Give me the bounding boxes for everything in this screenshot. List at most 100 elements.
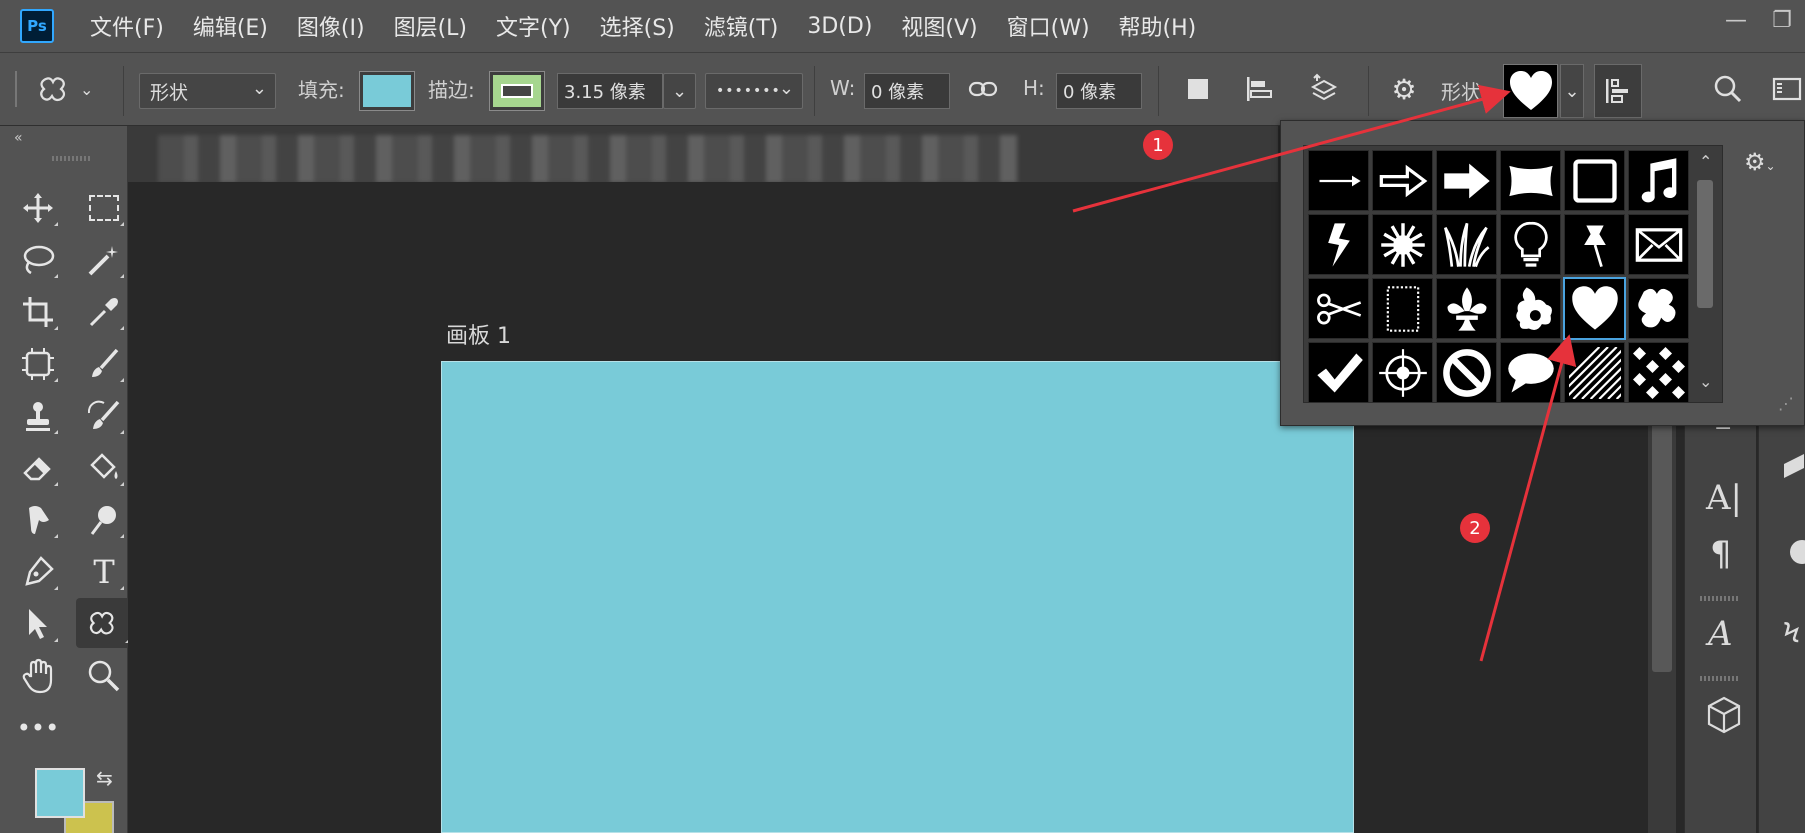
shape-scissors[interactable] <box>1308 278 1369 339</box>
shape-envelope[interactable] <box>1628 214 1689 275</box>
document-tab[interactable] <box>158 135 1018 183</box>
menu-type[interactable]: 文字(Y) <box>496 10 571 42</box>
marquee-tool-icon[interactable] <box>81 185 127 231</box>
shape-fleur-de-lis[interactable] <box>1436 278 1497 339</box>
artboard-title[interactable]: 画板 1 <box>446 318 511 350</box>
shape-checkerboard[interactable] <box>1628 342 1689 403</box>
stroke-width-input[interactable]: 3.15 像素 <box>557 73 663 109</box>
panel-grip[interactable] <box>52 156 90 161</box>
menu-layer[interactable]: 图层(L) <box>394 10 467 42</box>
shape-picker-dropdown[interactable]: ⌄ <box>1560 64 1584 118</box>
chevron-up-icon[interactable]: ⌃ <box>1699 152 1712 171</box>
shape-puzzle-blob[interactable] <box>1628 278 1689 339</box>
shape-ornament[interactable] <box>1500 278 1561 339</box>
shape-frame[interactable] <box>1564 150 1625 211</box>
shape-heart[interactable] <box>1563 277 1626 340</box>
workspace-icon[interactable] <box>1770 52 1804 126</box>
layers-icon[interactable] <box>1782 450 1805 495</box>
resize-grip-icon[interactable]: ⋰ <box>1778 394 1794 413</box>
align-edges-icon[interactable] <box>1594 64 1642 118</box>
menu-filter[interactable]: 滤镜(T) <box>704 10 779 42</box>
shape-postage-stamp[interactable] <box>1372 278 1433 339</box>
pen-tool-icon[interactable] <box>15 549 61 595</box>
menu-window[interactable]: 窗口(W) <box>1007 10 1090 42</box>
foreground-color-swatch[interactable] <box>35 768 85 818</box>
shape-target-crosshair[interactable] <box>1372 342 1433 403</box>
paragraph-icon[interactable]: ¶ <box>1710 534 1732 574</box>
tool-preset-picker[interactable]: ⌄ <box>36 52 110 126</box>
zoom-tool-icon[interactable] <box>81 653 127 699</box>
tool-mode-select[interactable]: 形状 ⌄ <box>139 73 276 109</box>
move-tool-icon[interactable] <box>15 185 61 231</box>
options-bar-grip[interactable] <box>14 52 20 126</box>
shape-checkmark[interactable] <box>1308 342 1369 403</box>
shape-preview[interactable] <box>1503 64 1558 118</box>
shape-arrow-medium[interactable] <box>1372 150 1433 211</box>
path-operations-icon[interactable] <box>1178 52 1218 126</box>
path-arrangement-icon[interactable] <box>1304 52 1344 126</box>
paint-bucket-tool-icon[interactable] <box>81 445 127 491</box>
menu-file[interactable]: 文件(F) <box>90 10 164 42</box>
frame-tool-icon[interactable] <box>15 341 61 387</box>
shape-light-bulb[interactable] <box>1500 214 1561 275</box>
glyphs-icon[interactable]: A <box>1708 614 1733 654</box>
shape-grass[interactable] <box>1436 214 1497 275</box>
character-icon[interactable]: A| <box>1706 478 1742 518</box>
panel-grip[interactable] <box>1700 596 1740 601</box>
swap-colors-icon[interactable]: ⇆ <box>96 766 113 790</box>
stroke-swatch[interactable] <box>489 71 545 111</box>
path-alignment-icon[interactable] <box>1238 52 1278 126</box>
search-icon[interactable] <box>1708 52 1748 126</box>
shape-starburst[interactable] <box>1372 214 1433 275</box>
shape-no-symbol[interactable] <box>1436 342 1497 403</box>
shape-pushpin[interactable] <box>1564 214 1625 275</box>
eraser-tool-icon[interactable] <box>15 445 61 491</box>
history-brush-tool-icon[interactable] <box>81 393 127 439</box>
panel-grip[interactable] <box>1700 676 1740 681</box>
crop-tool-icon[interactable] <box>15 289 61 335</box>
hand-tool-icon[interactable] <box>15 653 61 699</box>
menu-view[interactable]: 视图(V) <box>901 10 977 42</box>
fill-swatch[interactable] <box>359 71 415 111</box>
menu-help[interactable]: 帮助(H) <box>1119 10 1197 42</box>
dodge-tool-icon[interactable] <box>81 497 127 543</box>
collapse-panel-icon[interactable]: « <box>14 130 23 146</box>
minimize-icon[interactable]: — <box>1713 0 1759 40</box>
type-tool-icon[interactable]: T <box>81 549 127 595</box>
restore-icon[interactable]: ❐ <box>1759 0 1805 40</box>
link-icon[interactable] <box>966 52 1000 126</box>
scrollbar-thumb[interactable] <box>1652 400 1672 672</box>
gear-icon[interactable]: ⚙ <box>1384 52 1424 126</box>
3d-icon[interactable] <box>1706 696 1742 743</box>
edit-toolbar-icon[interactable]: ••• <box>15 705 61 751</box>
shape-arrow-thin[interactable] <box>1308 150 1369 211</box>
eyedropper-tool-icon[interactable] <box>81 289 127 335</box>
menu-select[interactable]: 选择(S) <box>600 10 675 42</box>
brush-tool-icon[interactable] <box>81 341 127 387</box>
width-input[interactable]: 0 像素 <box>864 73 950 109</box>
menu-edit[interactable]: 编辑(E) <box>193 10 268 42</box>
channels-icon[interactable] <box>1782 534 1805 579</box>
height-input[interactable]: 0 像素 <box>1056 73 1142 109</box>
path-selection-tool-icon[interactable] <box>15 601 61 647</box>
shape-diagonal-stripes[interactable] <box>1564 342 1625 403</box>
stroke-width-dropdown[interactable]: ⌄ <box>663 73 696 109</box>
clone-stamp-tool-icon[interactable] <box>15 393 61 439</box>
chevron-down-icon[interactable]: ⌄ <box>1699 372 1712 391</box>
stroke-style-select[interactable]: ••••••• ⌄ <box>705 73 803 109</box>
smudge-tool-icon[interactable] <box>15 497 61 543</box>
custom-shape-tool-icon[interactable] <box>76 598 132 648</box>
shape-lightning[interactable] <box>1308 214 1369 275</box>
menu-3d[interactable]: 3D(D) <box>807 14 872 39</box>
shape-music-note[interactable] <box>1628 150 1689 211</box>
paths-icon[interactable]: Ϟ <box>1782 616 1800 649</box>
artboard[interactable] <box>441 361 1354 833</box>
shape-arrow-bold[interactable] <box>1436 150 1497 211</box>
lasso-tool-icon[interactable] <box>15 237 61 283</box>
shape-speech-bubble[interactable] <box>1500 342 1561 403</box>
menu-image[interactable]: 图像(I) <box>297 10 365 42</box>
shape-banner[interactable] <box>1500 150 1561 211</box>
gear-icon[interactable]: ⚙⌄ <box>1744 148 1776 176</box>
picker-scrollbar[interactable]: ⌃ ⌄ <box>1693 150 1719 398</box>
picker-scroll-thumb[interactable] <box>1697 180 1713 308</box>
